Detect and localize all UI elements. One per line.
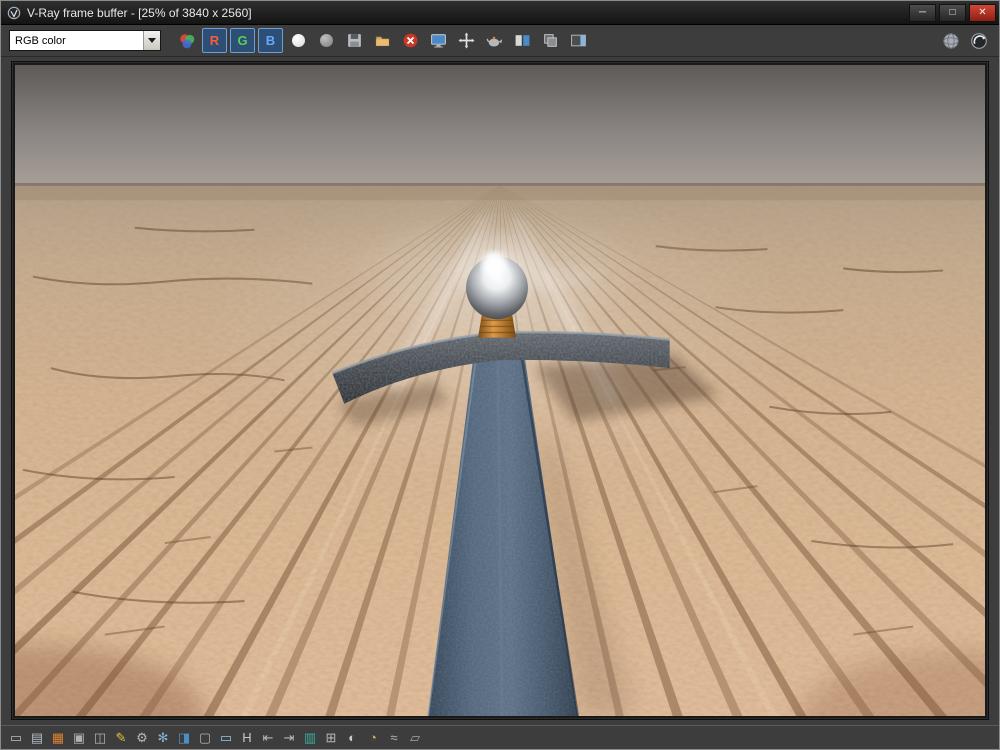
sky (15, 65, 985, 190)
clear-image-button[interactable] (398, 28, 423, 53)
checker-icon[interactable]: ⊞ (322, 729, 340, 747)
alpha-channel-button[interactable] (314, 28, 339, 53)
chevron-down-icon[interactable] (143, 31, 160, 50)
pixel-info-icon[interactable]: ◫ (91, 729, 109, 747)
floppy-icon (348, 34, 361, 47)
window-controls: ─ □ ✕ (909, 3, 996, 22)
text-overlay-icon[interactable]: ▭ (217, 729, 235, 747)
save-image-button[interactable] (342, 28, 367, 53)
white-balance-icon[interactable]: ◔ (364, 729, 382, 747)
vray-menu-button[interactable] (966, 28, 991, 53)
color-wheel-icon (179, 33, 194, 48)
rgb-bars-icon[interactable]: ▥ (301, 729, 319, 747)
exposure-icon[interactable]: ◐ (343, 729, 361, 747)
vray-logo-icon (7, 6, 21, 19)
white-circle-icon (292, 34, 305, 47)
blue-channel-button[interactable]: B (258, 28, 283, 53)
crosshair-icon (458, 32, 475, 49)
pencil-edit-icon[interactable]: ✎ (112, 729, 130, 747)
vray-swirl-icon (970, 32, 987, 49)
monitor-icon (431, 34, 446, 48)
show-corrections-button[interactable] (174, 28, 199, 53)
rendered-scene (15, 65, 985, 716)
panel-arrow-icon[interactable]: ◨ (175, 729, 193, 747)
stamp-icon[interactable]: ▭ (7, 729, 25, 747)
snowflake-icon[interactable]: ✻ (154, 729, 172, 747)
lut-icon[interactable]: ▦ (49, 729, 67, 747)
monochrome-channel-button[interactable] (286, 28, 311, 53)
side-panel-button[interactable] (566, 28, 591, 53)
folder-icon (375, 36, 390, 47)
side-panel-icon (571, 34, 586, 47)
gray-circle-icon (320, 34, 333, 47)
clear-x-icon (403, 33, 418, 48)
preview-monitor-icon[interactable]: ▤ (28, 729, 46, 747)
render-image[interactable] (15, 65, 985, 716)
split-compare-icon (515, 35, 530, 46)
window-icon[interactable]: ▢ (196, 729, 214, 747)
close-button[interactable]: ✕ (969, 3, 996, 22)
histogram-icon[interactable]: H (238, 729, 256, 747)
blue-channel-label: B (265, 33, 276, 48)
duplicate-buffer-button[interactable] (538, 28, 563, 53)
info-panel-icon[interactable]: ▱ (406, 729, 424, 747)
window-title: V-Ray frame buffer - [25% of 3840 x 2560… (27, 5, 252, 20)
top-toolbar: RGB color R G B (1, 25, 999, 57)
track-mouse-button[interactable] (454, 28, 479, 53)
sphere-icon (942, 32, 959, 49)
settings-gear-icon[interactable]: ⚙ (133, 729, 151, 747)
curves-icon[interactable]: ≈ (385, 729, 403, 747)
load-image-button[interactable] (370, 28, 395, 53)
minimize-button[interactable]: ─ (909, 3, 936, 22)
render-viewport (11, 61, 989, 720)
red-channel-button[interactable]: R (202, 28, 227, 53)
align-right-icon[interactable]: ⇥ (280, 729, 298, 747)
clamp-icon[interactable]: ▣ (70, 729, 88, 747)
green-channel-label: G (237, 33, 248, 48)
maximize-button[interactable]: □ (939, 3, 966, 22)
vray-frame-buffer-window: V-Ray frame buffer - [25% of 3840 x 2560… (0, 0, 1000, 750)
titlebar[interactable]: V-Ray frame buffer - [25% of 3840 x 2560… (1, 1, 999, 25)
channel-dropdown-value: RGB color (15, 34, 66, 47)
compare-horizontal-button[interactable] (510, 28, 535, 53)
copy-to-host-button[interactable] (426, 28, 451, 53)
channel-dropdown[interactable]: RGB color (9, 30, 161, 51)
green-channel-button[interactable]: G (230, 28, 255, 53)
red-channel-label: R (209, 33, 220, 48)
duplicate-windows-icon (544, 34, 557, 47)
bottom-toolbar: ▭ ▤ ▦ ▣ ◫ ✎ ⚙ ✻ ◨ ▢ ▭ H ⇤ ⇥ ▥ ⊞ ◐ ◔ ≈ ▱ (1, 725, 999, 749)
render-last-button[interactable] (482, 28, 507, 53)
align-left-icon[interactable]: ⇤ (259, 729, 277, 747)
stamp-button[interactable] (938, 28, 963, 53)
teapot-icon (486, 36, 503, 47)
